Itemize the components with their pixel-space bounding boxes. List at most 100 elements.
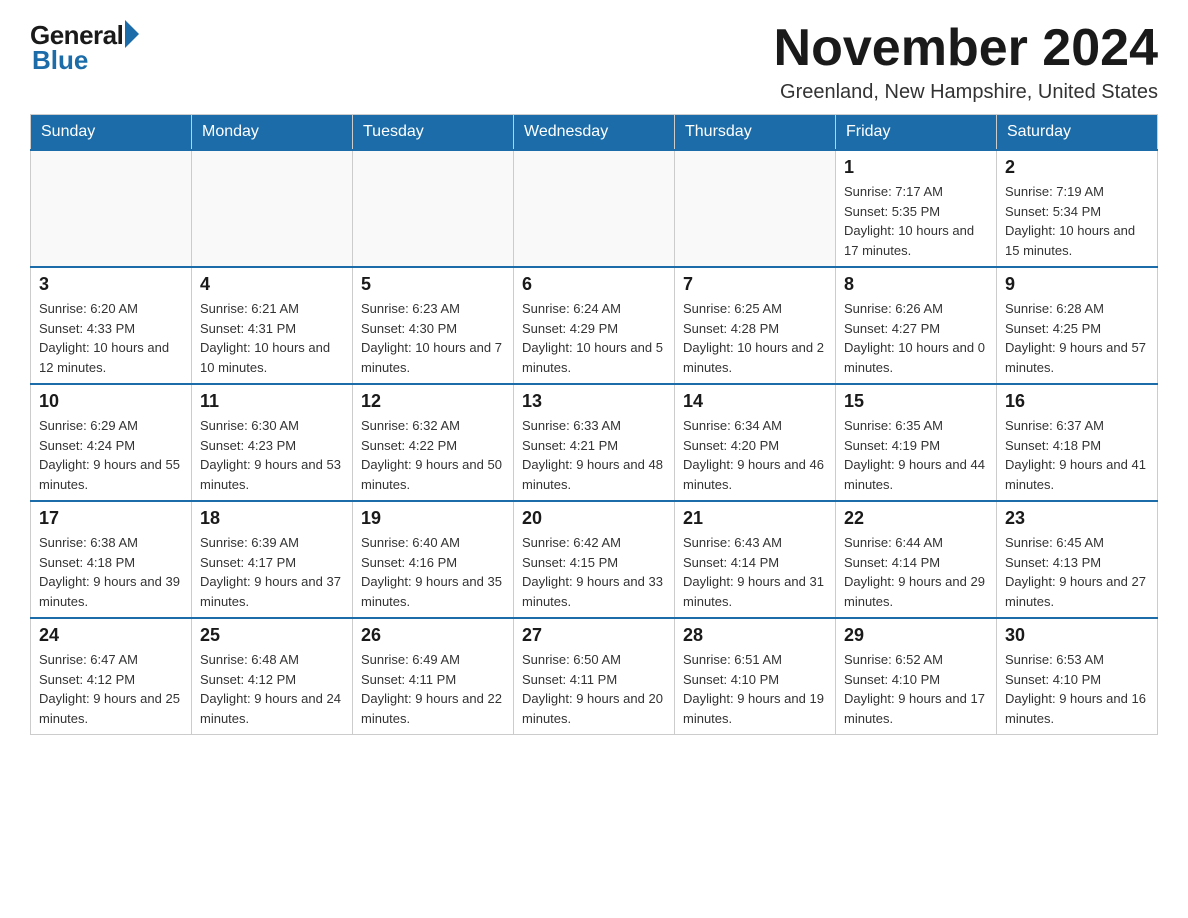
day-info: Sunrise: 6:24 AMSunset: 4:29 PMDaylight:… — [522, 299, 666, 377]
calendar-cell: 19Sunrise: 6:40 AMSunset: 4:16 PMDayligh… — [353, 501, 514, 618]
day-number: 14 — [683, 391, 827, 412]
calendar-cell — [31, 150, 192, 267]
day-info: Sunrise: 6:30 AMSunset: 4:23 PMDaylight:… — [200, 416, 344, 494]
day-info: Sunrise: 6:49 AMSunset: 4:11 PMDaylight:… — [361, 650, 505, 728]
calendar-cell: 25 Sunrise: 6:48 AMSunset: 4:12 PMDayligh… — [192, 618, 353, 735]
day-info: Sunrise: 6:25 AMSunset: 4:28 PMDaylight:… — [683, 299, 827, 377]
header-friday: Friday — [836, 115, 997, 151]
calendar-cell: 4 Sunrise: 6:21 AMSunset: 4:31 PMDaylight… — [192, 267, 353, 384]
day-info: Sunrise: 6:47 AMSunset: 4:12 PMDaylight:… — [39, 650, 183, 728]
calendar-cell: 5Sunrise: 6:23 AMSunset: 4:30 PMDaylight… — [353, 267, 514, 384]
day-number: 17 — [39, 508, 183, 529]
calendar-cell: 1Sunrise: 7:17 AMSunset: 5:35 PMDaylight… — [836, 150, 997, 267]
header-sunday: Sunday — [31, 115, 192, 151]
calendar-cell: 6Sunrise: 6:24 AMSunset: 4:29 PMDaylight… — [514, 267, 675, 384]
calendar-cell: 21Sunrise: 6:43 AMSunset: 4:14 PMDayligh… — [675, 501, 836, 618]
calendar-cell — [675, 150, 836, 267]
day-info: Sunrise: 6:40 AMSunset: 4:16 PMDaylight:… — [361, 533, 505, 611]
day-number: 23 — [1005, 508, 1149, 529]
day-info: Sunrise: 6:43 AMSunset: 4:14 PMDaylight:… — [683, 533, 827, 611]
day-info: Sunrise: 6:35 AMSunset: 4:19 PMDaylight:… — [844, 416, 988, 494]
day-number: 10 — [39, 391, 183, 412]
title-area: November 2024 Greenland, New Hampshire, … — [774, 20, 1158, 104]
calendar-cell: 30 Sunrise: 6:53 AMSunset: 4:10 PMDayligh… — [997, 618, 1158, 735]
day-info: Sunrise: 6:44 AMSunset: 4:14 PMDaylight:… — [844, 533, 988, 611]
day-number: 13 — [522, 391, 666, 412]
day-info: Sunrise: 6:52 AMSunset: 4:10 PMDaylight:… — [844, 650, 988, 728]
day-number: 4 — [200, 274, 344, 295]
day-info: Sunrise: 6:32 AMSunset: 4:22 PMDaylight:… — [361, 416, 505, 494]
day-number: 2 — [1005, 157, 1149, 178]
page-header: General Blue November 2024 Greenland, Ne… — [30, 20, 1158, 104]
calendar-cell — [192, 150, 353, 267]
calendar-cell — [514, 150, 675, 267]
calendar-cell: 17Sunrise: 6:38 AMSunset: 4:18 PMDayligh… — [31, 501, 192, 618]
day-info: Sunrise: 6:20 AMSunset: 4:33 PMDaylight:… — [39, 299, 183, 377]
day-number: 24 — [39, 625, 183, 646]
logo-blue-text: Blue — [32, 45, 88, 76]
day-number: 30 — [1005, 625, 1149, 646]
calendar-cell: 14 Sunrise: 6:34 AMSunset: 4:20 PMDayligh… — [675, 384, 836, 501]
calendar-cell: 10 Sunrise: 6:29 AMSunset: 4:24 PMDayligh… — [31, 384, 192, 501]
day-number: 20 — [522, 508, 666, 529]
day-number: 27 — [522, 625, 666, 646]
month-title: November 2024 — [774, 20, 1158, 77]
day-info: Sunrise: 6:39 AMSunset: 4:17 PMDaylight:… — [200, 533, 344, 611]
calendar-week-row-2: 10 Sunrise: 6:29 AMSunset: 4:24 PMDayligh… — [31, 384, 1158, 501]
calendar-cell: 16Sunrise: 6:37 AMSunset: 4:18 PMDayligh… — [997, 384, 1158, 501]
day-number: 12 — [361, 391, 505, 412]
day-info: Sunrise: 6:29 AMSunset: 4:24 PMDaylight:… — [39, 416, 183, 494]
day-number: 3 — [39, 274, 183, 295]
calendar-cell: 18 Sunrise: 6:39 AMSunset: 4:17 PMDayligh… — [192, 501, 353, 618]
day-info: Sunrise: 6:51 AMSunset: 4:10 PMDaylight:… — [683, 650, 827, 728]
day-info: Sunrise: 7:17 AMSunset: 5:35 PMDaylight:… — [844, 182, 988, 260]
calendar-week-row-3: 17Sunrise: 6:38 AMSunset: 4:18 PMDayligh… — [31, 501, 1158, 618]
day-number: 15 — [844, 391, 988, 412]
day-info: Sunrise: 6:42 AMSunset: 4:15 PMDaylight:… — [522, 533, 666, 611]
day-number: 11 — [200, 391, 344, 412]
calendar-table: Sunday Monday Tuesday Wednesday Thursday… — [30, 114, 1158, 735]
day-info: Sunrise: 6:28 AMSunset: 4:25 PMDaylight:… — [1005, 299, 1149, 377]
day-info: Sunrise: 6:34 AMSunset: 4:20 PMDaylight:… — [683, 416, 827, 494]
header-thursday: Thursday — [675, 115, 836, 151]
day-number: 25 — [200, 625, 344, 646]
calendar-cell: 29 Sunrise: 6:52 AMSunset: 4:10 PMDayligh… — [836, 618, 997, 735]
location-text: Greenland, New Hampshire, United States — [774, 81, 1158, 104]
calendar-cell: 2 Sunrise: 7:19 AMSunset: 5:34 PMDaylight… — [997, 150, 1158, 267]
day-number: 26 — [361, 625, 505, 646]
day-info: Sunrise: 7:19 AMSunset: 5:34 PMDaylight:… — [1005, 182, 1149, 260]
calendar-cell: 9 Sunrise: 6:28 AMSunset: 4:25 PMDaylight… — [997, 267, 1158, 384]
day-number: 16 — [1005, 391, 1149, 412]
calendar-week-row-4: 24 Sunrise: 6:47 AMSunset: 4:12 PMDayligh… — [31, 618, 1158, 735]
day-number: 8 — [844, 274, 988, 295]
logo: General Blue — [30, 20, 139, 76]
calendar-cell: 12 Sunrise: 6:32 AMSunset: 4:22 PMDayligh… — [353, 384, 514, 501]
calendar-cell: 15 Sunrise: 6:35 AMSunset: 4:19 PMDayligh… — [836, 384, 997, 501]
calendar-cell: 20 Sunrise: 6:42 AMSunset: 4:15 PMDayligh… — [514, 501, 675, 618]
calendar-header-row: Sunday Monday Tuesday Wednesday Thursday… — [31, 115, 1158, 151]
logo-triangle-icon — [125, 20, 139, 48]
day-number: 7 — [683, 274, 827, 295]
header-monday: Monday — [192, 115, 353, 151]
calendar-cell: 24 Sunrise: 6:47 AMSunset: 4:12 PMDayligh… — [31, 618, 192, 735]
header-tuesday: Tuesday — [353, 115, 514, 151]
day-number: 28 — [683, 625, 827, 646]
day-info: Sunrise: 6:53 AMSunset: 4:10 PMDaylight:… — [1005, 650, 1149, 728]
day-info: Sunrise: 6:21 AMSunset: 4:31 PMDaylight:… — [200, 299, 344, 377]
day-number: 9 — [1005, 274, 1149, 295]
day-info: Sunrise: 6:33 AMSunset: 4:21 PMDaylight:… — [522, 416, 666, 494]
day-info: Sunrise: 6:48 AMSunset: 4:12 PMDaylight:… — [200, 650, 344, 728]
day-number: 18 — [200, 508, 344, 529]
day-info: Sunrise: 6:45 AMSunset: 4:13 PMDaylight:… — [1005, 533, 1149, 611]
calendar-cell: 23 Sunrise: 6:45 AMSunset: 4:13 PMDayligh… — [997, 501, 1158, 618]
header-wednesday: Wednesday — [514, 115, 675, 151]
calendar-cell: 8Sunrise: 6:26 AMSunset: 4:27 PMDaylight… — [836, 267, 997, 384]
calendar-week-row-0: 1Sunrise: 7:17 AMSunset: 5:35 PMDaylight… — [31, 150, 1158, 267]
day-number: 29 — [844, 625, 988, 646]
calendar-cell: 13 Sunrise: 6:33 AMSunset: 4:21 PMDayligh… — [514, 384, 675, 501]
calendar-cell — [353, 150, 514, 267]
calendar-cell: 22 Sunrise: 6:44 AMSunset: 4:14 PMDayligh… — [836, 501, 997, 618]
calendar-cell: 3 Sunrise: 6:20 AMSunset: 4:33 PMDaylight… — [31, 267, 192, 384]
calendar-cell: 26 Sunrise: 6:49 AMSunset: 4:11 PMDayligh… — [353, 618, 514, 735]
day-number: 22 — [844, 508, 988, 529]
